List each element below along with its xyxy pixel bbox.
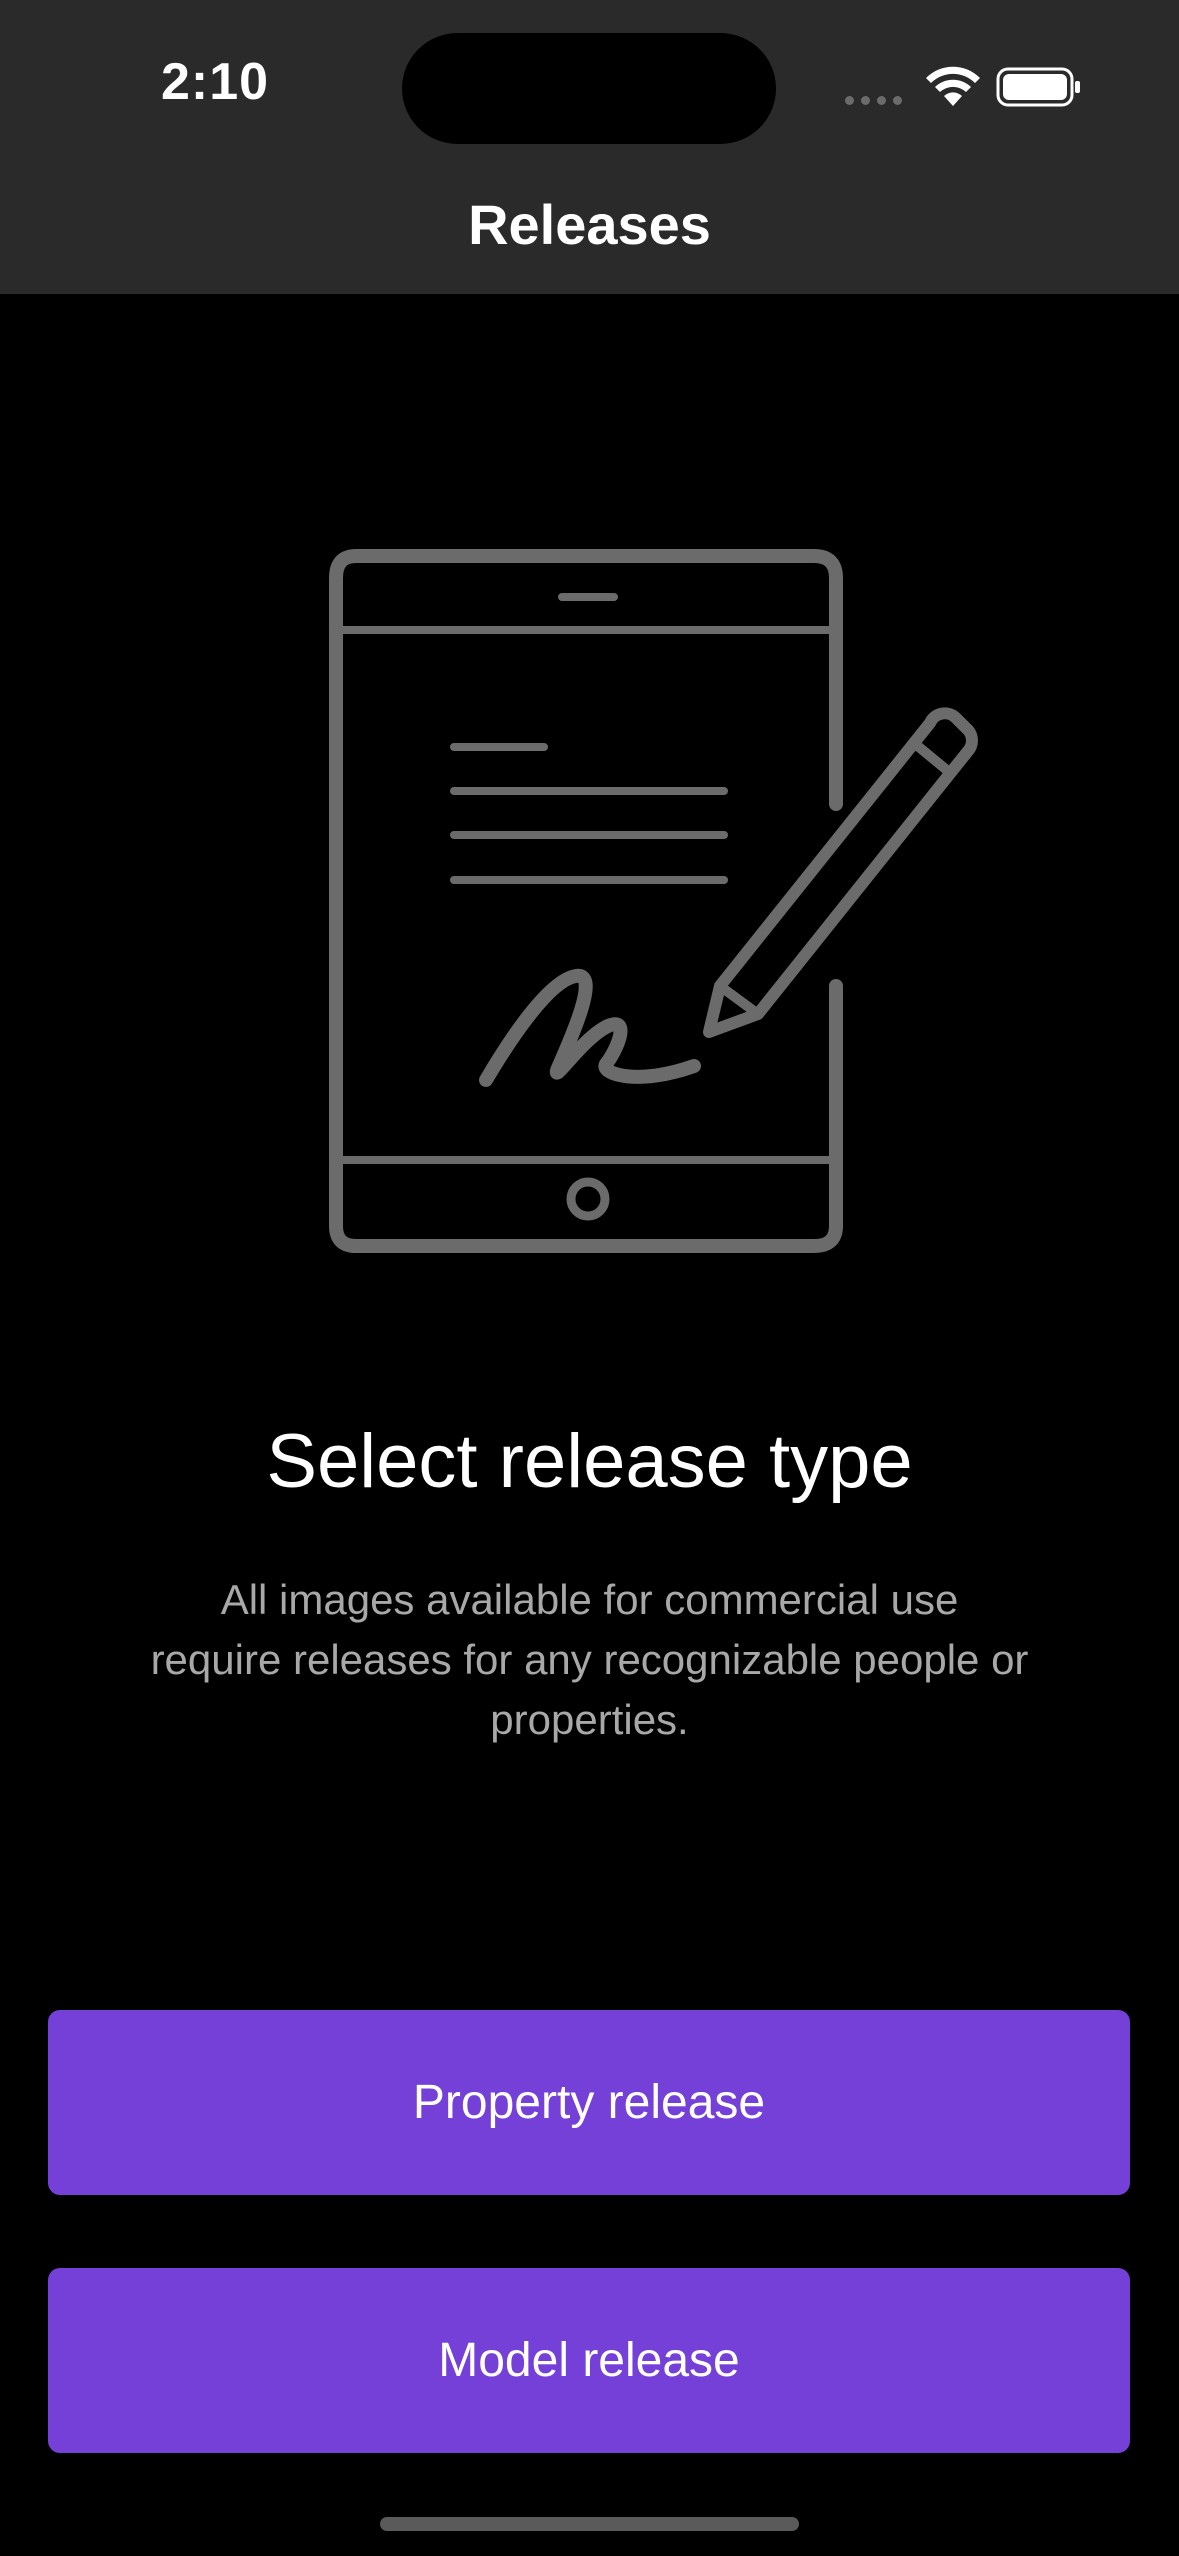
property-release-button[interactable]: Property release <box>48 2010 1130 2195</box>
description-text: All images available for commercial use … <box>150 1576 1029 1743</box>
status-time: 2:10 <box>160 53 270 111</box>
wifi-icon <box>926 66 980 106</box>
model-release-button[interactable]: Model release <box>48 2268 1130 2453</box>
tablet-signature-icon <box>329 549 978 1253</box>
page-title: Releases <box>468 193 711 256</box>
dynamic-island <box>402 33 776 144</box>
battery-icon <box>996 67 1080 107</box>
header-bar: 2:10 Releases <box>0 0 1179 294</box>
headline: Select release type <box>266 1419 913 1504</box>
cellular-signal-icon <box>845 96 905 106</box>
home-indicator[interactable] <box>380 2517 799 2531</box>
